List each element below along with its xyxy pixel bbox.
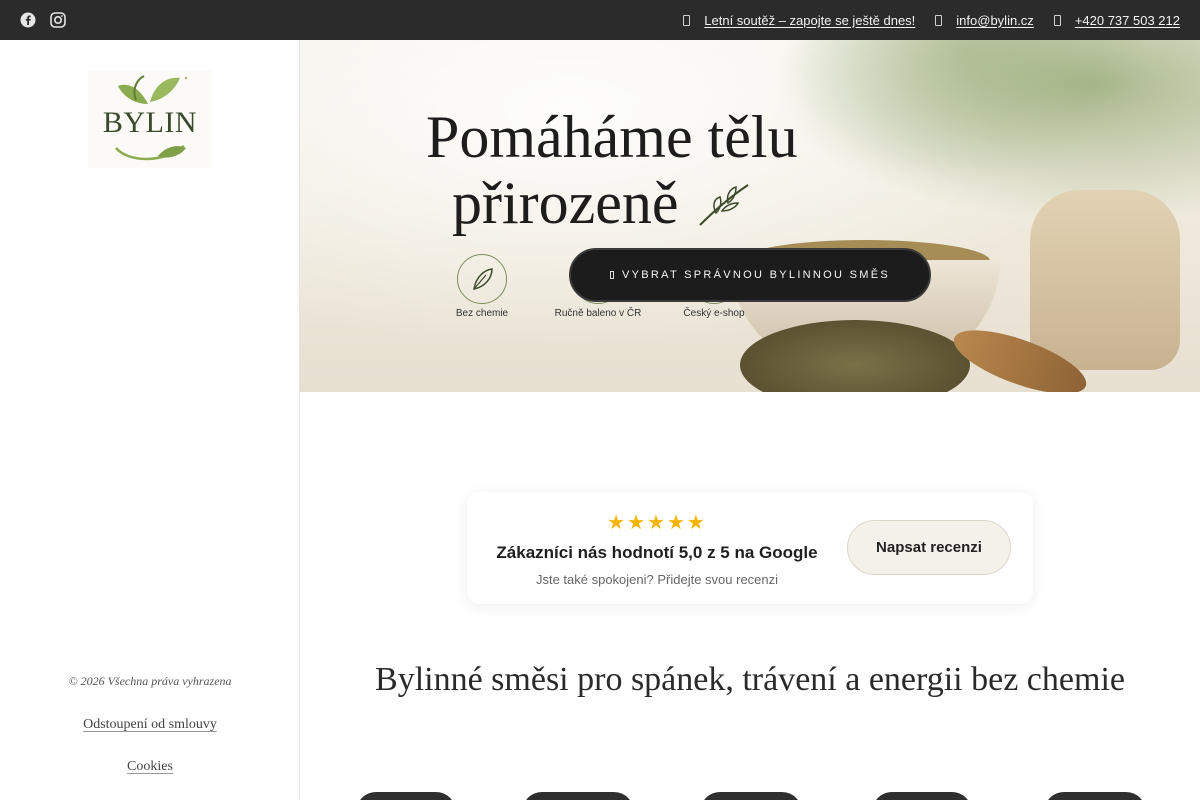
- herb-sack-image: [1030, 190, 1180, 370]
- write-review-button[interactable]: Napsat recenzi: [847, 520, 1011, 575]
- withdrawal-link[interactable]: Odstoupení od smlouvy: [0, 717, 300, 733]
- hero-title-line2-wrap: přirozeně: [426, 170, 798, 236]
- phone-link-text[interactable]: +420 737 503 212: [1075, 13, 1180, 28]
- review-title: Zákazníci nás hodnotí 5,0 z 5 na Google: [496, 543, 818, 562]
- email-link[interactable]: info@bylin.cz: [935, 13, 1034, 28]
- sidebar: BYLIN © 2026 Všechna práva vyhrazena Ods…: [0, 40, 300, 800]
- arrow-icon: [609, 271, 614, 279]
- category-pill[interactable]: [872, 792, 972, 800]
- copyright: © 2026 Všechna práva vyhrazena: [68, 674, 232, 688]
- email-link-text[interactable]: info@bylin.cz: [956, 13, 1034, 28]
- mail-icon: [935, 14, 943, 26]
- gift-icon: [683, 14, 691, 26]
- phone-icon: [1053, 14, 1061, 26]
- contest-link[interactable]: Letní soutěž – zapojte se ještě dnes!: [683, 13, 915, 28]
- cookies-link-text[interactable]: Cookies: [127, 759, 173, 774]
- facebook-icon[interactable]: [20, 12, 36, 28]
- category-pill[interactable]: [522, 792, 634, 800]
- category-pill[interactable]: [356, 792, 456, 800]
- review-subtitle-text: Jste také spokojeni? Přidejte svou recen…: [535, 572, 779, 587]
- review-subtitle[interactable]: Jste také spokojeni? Přidejte svou recen…: [467, 572, 847, 587]
- logo-text: BYLIN: [102, 106, 198, 139]
- withdrawal-link-text[interactable]: Odstoupení od smlouvy: [83, 717, 217, 732]
- write-review-label: Napsat recenzi: [876, 539, 982, 556]
- site-logo[interactable]: BYLIN: [88, 70, 212, 168]
- hero-title-line1: Pomáháme tělu: [426, 104, 798, 170]
- badge-label: Bez chemie: [455, 308, 509, 319]
- sprig-icon: [698, 184, 749, 226]
- hero-banner: Pomáháme tělu přirozeně Bez chemie Ručně…: [300, 40, 1200, 392]
- hero-title-line2: přirozeně: [452, 170, 679, 236]
- category-pill[interactable]: [1044, 792, 1146, 800]
- contact-links: Letní soutěž – zapojte se ještě dnes! in…: [683, 13, 1180, 28]
- choose-blend-label: VYBRAT SPRÁVNOU BYLINNOU SMĚS: [621, 269, 890, 281]
- choose-blend-button[interactable]: VYBRAT SPRÁVNOU BYLINNOU SMĚS: [569, 248, 931, 302]
- google-review-card: ★★★★★ Zákazníci nás hodnotí 5,0 z 5 na G…: [467, 492, 1033, 604]
- leaf-icon: [457, 254, 507, 304]
- instagram-icon[interactable]: [50, 12, 66, 28]
- section-heading: Bylinné směsi pro spánek, trávení a ener…: [375, 661, 1125, 698]
- badge-no-chemicals: Bez chemie: [440, 254, 524, 319]
- cookies-link[interactable]: Cookies: [0, 759, 300, 775]
- category-pills: [0, 792, 1200, 800]
- badge-label: Ručně baleno v ČR: [554, 308, 642, 319]
- phone-link[interactable]: +420 737 503 212: [1053, 13, 1180, 28]
- category-pill[interactable]: [700, 792, 802, 800]
- social-links: [20, 12, 66, 28]
- hero-title: Pomáháme tělu přirozeně: [426, 104, 798, 236]
- rating-stars: ★★★★★: [607, 512, 707, 534]
- contest-link-text[interactable]: Letní soutěž – zapojte se ještě dnes!: [704, 13, 915, 28]
- badge-label: Český e-shop: [683, 308, 745, 319]
- top-bar: Letní soutěž – zapojte se ještě dnes! in…: [0, 0, 1200, 40]
